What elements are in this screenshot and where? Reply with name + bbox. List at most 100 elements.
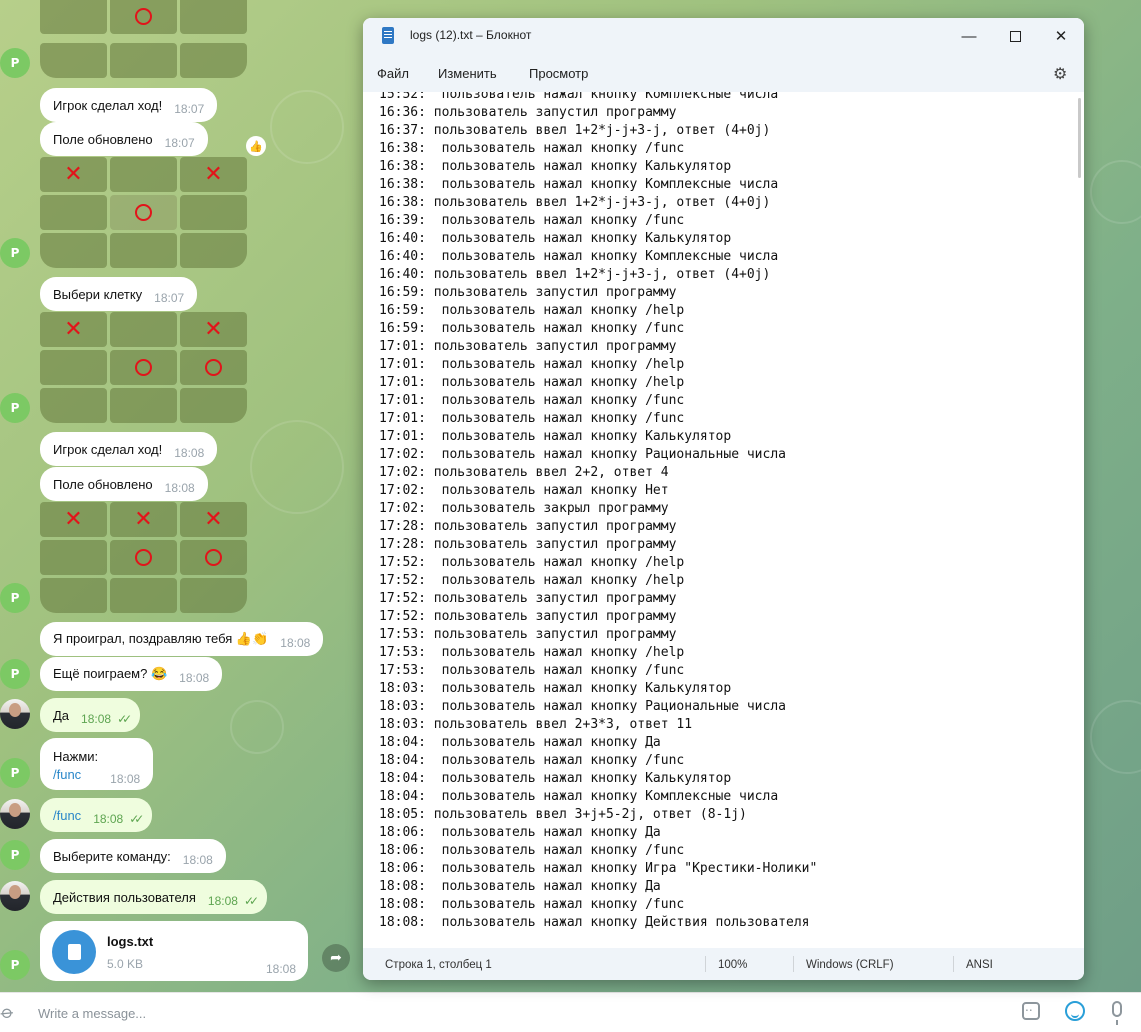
board-cell[interactable]: ✕ <box>110 502 177 537</box>
background-doodle <box>1090 700 1141 774</box>
log-line: 18:04: пользователь нажал кнопку /func <box>379 753 685 768</box>
game-board: ✕ ✕ O <box>40 157 248 269</box>
message-text: Выбери клетку <box>53 286 143 302</box>
board-cell[interactable]: ✕ <box>40 157 107 192</box>
bot-commands-icon[interactable] <box>1022 1000 1040 1020</box>
board-cell[interactable] <box>110 388 177 423</box>
file-name: logs.txt <box>107 934 154 949</box>
log-line: 17:53: пользователь нажал кнопку /help <box>379 645 685 660</box>
log-line: 16:40: пользователь ввел 1+2*j-j+3-j, от… <box>379 267 771 282</box>
bot-avatar[interactable]: P <box>0 238 30 268</box>
emoji-icon[interactable] <box>1065 1001 1085 1021</box>
message-time: 18:08 <box>174 446 205 460</box>
forward-button[interactable]: ➦ <box>322 944 350 972</box>
log-line: 18:08: пользователь нажал кнопку /func <box>379 897 685 912</box>
log-line: 18:06: пользователь нажал кнопку Игра "К… <box>379 861 818 876</box>
log-line: 18:06: пользователь нажал кнопку Да <box>379 825 661 840</box>
user-avatar[interactable] <box>0 799 30 829</box>
func-command-link[interactable]: /func <box>53 767 81 782</box>
message-time: 18:07 <box>164 136 195 150</box>
board-cell[interactable]: O <box>180 540 247 575</box>
message-time: 18:08 <box>280 636 311 650</box>
gear-icon[interactable]: ⚙ <box>1053 64 1067 84</box>
user-avatar[interactable] <box>0 699 30 729</box>
double-check-icon: ✓✓ <box>117 712 132 726</box>
board-cell[interactable] <box>40 43 107 78</box>
board-cell[interactable]: O <box>180 350 247 385</box>
log-line: 17:28: пользователь запустил программу <box>379 519 677 534</box>
paperclip-icon[interactable]: ⌀ <box>0 1001 18 1024</box>
log-line: 17:01: пользователь нажал кнопку Калькул… <box>379 429 732 444</box>
board-cell[interactable] <box>40 350 107 385</box>
message-input[interactable] <box>36 1001 940 1025</box>
log-line: 17:01: пользователь нажал кнопку /func <box>379 411 685 426</box>
board-cell[interactable] <box>40 388 107 423</box>
board-cell[interactable] <box>110 157 177 192</box>
log-line: 17:28: пользователь запустил программу <box>379 537 677 552</box>
board-cell[interactable] <box>110 312 177 347</box>
board-cell[interactable] <box>40 233 107 268</box>
message-time: 18:08 <box>179 671 210 685</box>
func-command-link[interactable]: /func <box>53 808 81 823</box>
log-line: 16:36: пользователь запустил программу <box>379 105 677 120</box>
minimize-icon: — <box>961 27 977 45</box>
forward-icon: ➦ <box>330 950 342 966</box>
message-text: Нажми: /func <box>53 748 98 784</box>
log-line: 16:38: пользователь ввел 1+2*j-j+3-j, от… <box>379 195 771 210</box>
board-cell[interactable] <box>110 578 177 613</box>
board-cell[interactable] <box>180 233 247 268</box>
text-editor[interactable]: 15:52: пользователь нажал кнопку Комплек… <box>363 92 1084 948</box>
thumbs-up-reaction[interactable]: 👍 <box>246 136 266 156</box>
log-line: 18:08: пользователь нажал кнопку Да <box>379 879 661 894</box>
encoding: ANSI <box>966 959 993 971</box>
log-line: 17:01: пользователь запустил программу <box>379 339 677 354</box>
board-cell[interactable]: ✕ <box>40 502 107 537</box>
menu-file[interactable]: Файл <box>377 66 409 81</box>
bot-avatar[interactable]: P <box>0 48 30 78</box>
file-message[interactable]: logs.txt 5.0 KB 18:08 <box>40 921 308 981</box>
bot-avatar[interactable]: P <box>0 583 30 613</box>
board-cell[interactable]: O <box>110 540 177 575</box>
board-cell[interactable] <box>180 0 247 34</box>
board-cell[interactable] <box>40 540 107 575</box>
status-divider <box>705 956 706 972</box>
maximize-button[interactable] <box>992 18 1038 54</box>
minimize-button[interactable]: — <box>946 18 992 54</box>
user-message: Да 18:08 ✓✓ <box>40 698 141 732</box>
menu-edit[interactable]: Изменить <box>438 66 497 81</box>
board-cell[interactable]: ✕ <box>40 312 107 347</box>
board-cell[interactable]: O <box>110 350 177 385</box>
double-check-icon: ✓✓ <box>243 894 259 908</box>
board-cell[interactable] <box>180 195 247 230</box>
status-divider <box>793 956 794 972</box>
file-icon[interactable] <box>52 930 96 974</box>
log-line: 18:04: пользователь нажал кнопку Да <box>379 735 661 750</box>
bot-avatar[interactable]: P <box>0 758 30 788</box>
board-cell[interactable]: O <box>110 195 177 230</box>
log-line: 17:02: пользователь закрыл программу <box>379 501 669 516</box>
log-line: 18:03: пользователь нажал кнопку Рациона… <box>379 699 786 714</box>
board-cell[interactable] <box>40 0 107 34</box>
board-cell[interactable] <box>40 578 107 613</box>
close-button[interactable]: ✕ <box>1038 18 1084 54</box>
board-cell[interactable]: O <box>110 0 177 34</box>
board-cell[interactable]: ✕ <box>180 157 247 192</box>
board-cell[interactable] <box>110 43 177 78</box>
user-avatar[interactable] <box>0 881 30 911</box>
board-cell[interactable] <box>40 195 107 230</box>
board-cell[interactable]: ✕ <box>180 502 247 537</box>
double-check-icon: ✓✓ <box>129 812 144 826</box>
bot-avatar[interactable]: P <box>0 950 30 980</box>
bot-avatar[interactable]: P <box>0 393 30 423</box>
title-bar[interactable]: logs (12).txt – Блокнот — ✕ <box>363 18 1084 54</box>
board-cell[interactable] <box>180 388 247 423</box>
microphone-icon[interactable] <box>1112 1001 1122 1025</box>
board-cell[interactable] <box>180 578 247 613</box>
bot-avatar[interactable]: P <box>0 659 30 689</box>
board-cell[interactable] <box>180 43 247 78</box>
scrollbar[interactable] <box>1078 98 1081 178</box>
bot-avatar[interactable]: P <box>0 840 30 870</box>
board-cell[interactable] <box>110 233 177 268</box>
board-cell[interactable]: ✕ <box>180 312 247 347</box>
menu-view[interactable]: Просмотр <box>529 66 588 81</box>
